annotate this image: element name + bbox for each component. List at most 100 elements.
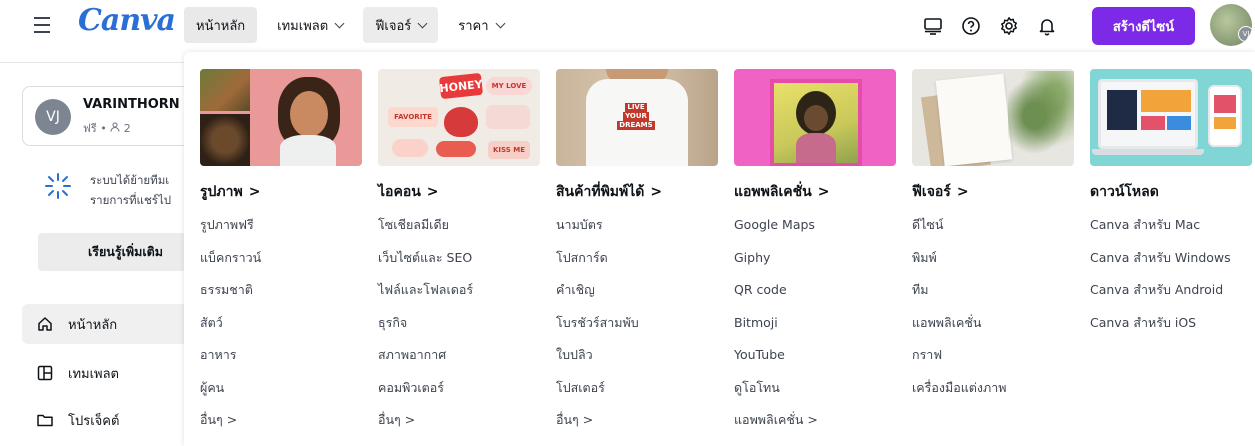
menu-item[interactable]: นามบัตร (556, 209, 718, 242)
column-title-text: ฟีเจอร์ (912, 184, 951, 200)
menu-item[interactable]: เว็บไซต์และ SEO (378, 242, 540, 275)
menu-item[interactable]: สัตว์ (200, 307, 362, 340)
avatar[interactable]: VJ (1210, 4, 1252, 46)
column-title[interactable]: ไอคอน > (378, 181, 540, 203)
column-title[interactable]: ดาวน์โหลด (1090, 181, 1252, 203)
shirt-text: YOUR (623, 112, 649, 121)
menu-item[interactable]: คอมพิวเตอร์ (378, 372, 540, 405)
menu-item[interactable]: แอพพลิเคชั่น > (734, 404, 896, 437)
account-members: 2 (123, 122, 131, 135)
sticker-text: FAVORITE (388, 107, 438, 127)
menu-item[interactable]: รูปภาพฟรี (200, 209, 362, 242)
toolbar-icons (914, 8, 1066, 44)
column-title-text: แอพพลิเคชั่น (734, 184, 812, 200)
menu-item[interactable]: แอพพลิเคชั่น (912, 307, 1074, 340)
chevron-right-icon: > (817, 184, 830, 200)
features-dropdown: รูปภาพ > รูปภาพฟรี แบ็คกราวน์ ธรรมชาติ ส… (184, 52, 1255, 446)
column-title[interactable]: รูปภาพ > (200, 181, 362, 203)
menu-column-photos: รูปภาพ > รูปภาพฟรี แบ็คกราวน์ ธรรมชาติ ส… (200, 69, 362, 437)
nav-tab-features[interactable]: ฟีเจอร์ (363, 7, 439, 43)
menu-item[interactable]: เครื่องมือแต่งภาพ (912, 372, 1074, 405)
features-thumbnail[interactable] (912, 69, 1074, 166)
menu-item[interactable]: แบ็คกราวน์ (200, 242, 362, 275)
menu-item[interactable]: โปสเตอร์ (556, 372, 718, 405)
column-title[interactable]: ฟีเจอร์ > (912, 181, 1074, 203)
printables-thumbnail[interactable]: LIVE YOUR DREAMS (556, 69, 718, 166)
menu-item[interactable]: อื่นๆ > (556, 404, 718, 437)
menu-item[interactable]: ไฟล์และโฟลเดอร์ (378, 274, 540, 307)
home-icon (38, 317, 52, 331)
menu-item[interactable]: ดูโอโทน (734, 372, 896, 405)
menu-item[interactable]: โซเชียลมีเดีย (378, 209, 540, 242)
menu-column-printables: LIVE YOUR DREAMS สินค้าที่พิมพ์ได้ > นาม… (556, 69, 718, 437)
bell-icon[interactable] (1028, 8, 1066, 44)
icons-thumbnail[interactable]: HONEY MY LOVE FAVORITE KISS ME (378, 69, 540, 166)
column-title[interactable]: แอพพลิเคชั่น > (734, 181, 896, 203)
shirt-text: DREAMS (617, 121, 655, 130)
menu-item[interactable]: ธรรมชาติ (200, 274, 362, 307)
photos-thumbnail[interactable] (200, 69, 362, 166)
menu-item[interactable]: Bitmoji (734, 307, 896, 340)
menu-item[interactable]: ทีม (912, 274, 1074, 307)
column-title-text: สินค้าที่พิมพ์ได้ (556, 184, 645, 200)
menu-item[interactable]: QR code (734, 274, 896, 307)
nav-tab-pricing[interactable]: ราคา (446, 7, 515, 43)
menu-icon[interactable] (30, 12, 56, 38)
top-bar: Canva หน้าหลัก เทมเพลต ฟีเจอร์ ราคา สร้า… (0, 0, 1255, 52)
column-title[interactable]: สินค้าที่พิมพ์ได้ > (556, 181, 718, 203)
notice-line: รายการที่แชร์ไป (90, 193, 172, 207)
menu-item[interactable]: ผู้คน (200, 372, 362, 405)
template-icon (37, 365, 53, 381)
chevron-right-icon: > (426, 184, 439, 200)
help-icon[interactable] (952, 8, 990, 44)
account-plan: ฟรี • (83, 122, 111, 135)
notice-line: ระบบได้ย้ายทีมเ (90, 173, 170, 187)
menu-column-apps: แอพพลิเคชั่น > Google Maps Giphy QR code… (734, 69, 896, 437)
menu-item[interactable]: Canva สำหรับ Android (1090, 274, 1252, 307)
menu-item[interactable]: Canva สำหรับ iOS (1090, 307, 1252, 340)
menu-item[interactable]: สภาพอากาศ (378, 339, 540, 372)
nav-tab-templates[interactable]: เทมเพลต (265, 7, 355, 43)
sticker-text: KISS ME (488, 141, 530, 159)
menu-item[interactable]: อื่นๆ > (378, 404, 540, 437)
menu-item[interactable]: คำเชิญ (556, 274, 718, 307)
menu-item[interactable]: Google Maps (734, 209, 896, 242)
menu-item[interactable]: พิมพ์ (912, 242, 1074, 275)
avatar: VJ (35, 99, 71, 135)
menu-item[interactable]: YouTube (734, 339, 896, 372)
menu-item[interactable]: Canva สำหรับ Windows (1090, 242, 1252, 275)
chevron-down-icon (495, 18, 505, 28)
menu-item[interactable]: โบรชัวร์สามพับ (556, 307, 718, 340)
menu-item[interactable]: Giphy (734, 242, 896, 275)
shirt-text: LIVE (625, 103, 647, 112)
monitor-icon[interactable] (914, 8, 952, 44)
avatar-badge: VJ (1238, 26, 1252, 42)
menu-item[interactable]: ใบปลิว (556, 339, 718, 372)
menu-item[interactable]: อื่นๆ > (200, 404, 362, 437)
folder-icon (37, 414, 53, 427)
canva-logo[interactable]: Canva (78, 3, 176, 38)
settings-icon[interactable] (990, 8, 1028, 44)
nav-tab-label: หน้าหลัก (196, 18, 246, 34)
menu-item[interactable]: Canva สำหรับ Mac (1090, 209, 1252, 242)
nav-tab-label: เทมเพลต (277, 18, 329, 34)
account-meta: ฟรี • 2 (83, 119, 131, 137)
sidebar-item-label: หน้าหลัก (68, 317, 118, 333)
menu-column-icons: HONEY MY LOVE FAVORITE KISS ME ไอคอน > โ… (378, 69, 540, 437)
menu-item[interactable]: โปสการ์ด (556, 242, 718, 275)
menu-item[interactable]: ดีไซน์ (912, 209, 1074, 242)
menu-item[interactable]: อาหาร (200, 339, 362, 372)
menu-item[interactable]: กราฟ (912, 339, 1074, 372)
apps-thumbnail[interactable] (734, 69, 896, 166)
divider (0, 62, 184, 63)
learn-more-button[interactable]: เรียนรู้เพิ่มเติม (38, 233, 208, 271)
people-icon (110, 122, 120, 132)
nav-tab-home[interactable]: หน้าหลัก (184, 7, 258, 43)
chevron-down-icon (334, 18, 345, 28)
download-thumbnail[interactable] (1090, 69, 1252, 166)
menu-item[interactable]: ธุรกิจ (378, 307, 540, 340)
nav-tab-label: ราคา (458, 18, 489, 34)
sidebar-item-label: เทมเพลต (68, 366, 120, 382)
create-design-button[interactable]: สร้างดีไซน์ (1092, 7, 1195, 45)
notice-text: ระบบได้ย้ายทีมเ รายการที่แชร์ไป (90, 170, 171, 210)
